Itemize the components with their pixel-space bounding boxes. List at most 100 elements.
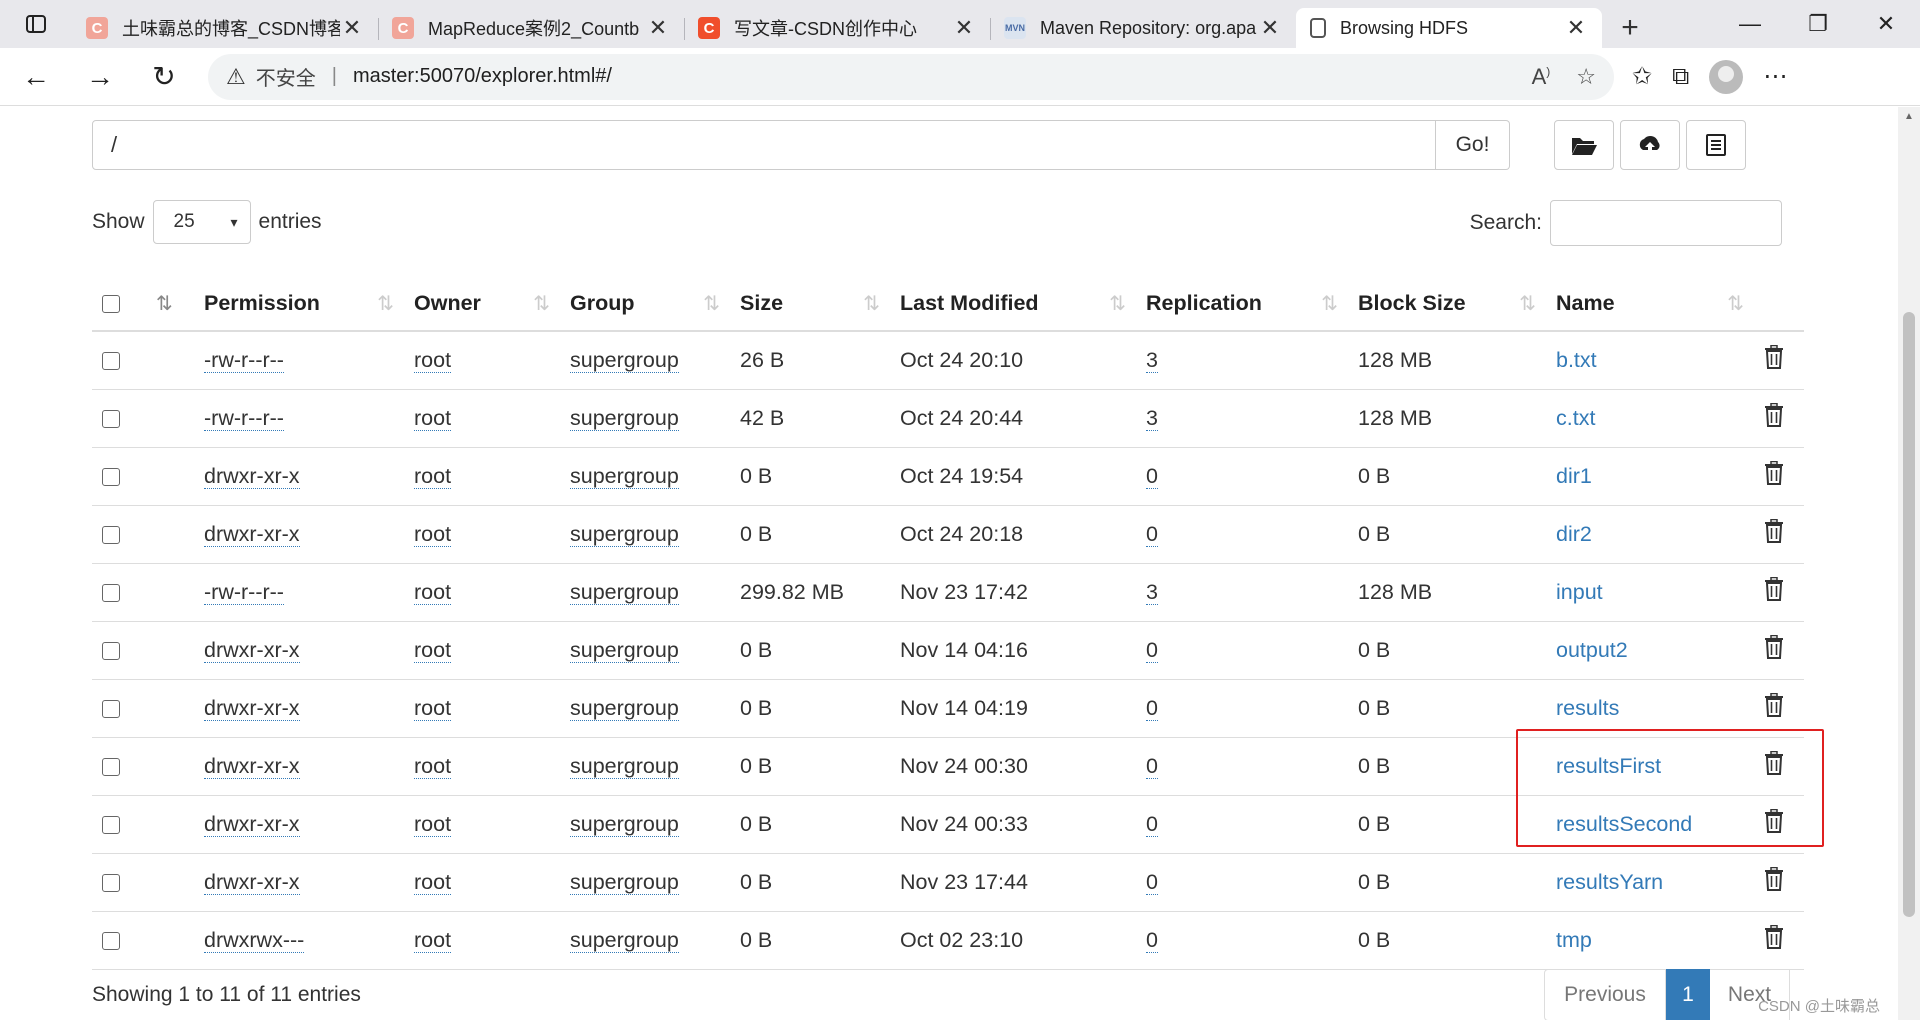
tab-mapreduce[interactable]: C MapReduce案例2_Countb ✕ (378, 8, 684, 48)
delete-trash-icon[interactable] (1764, 345, 1784, 370)
page-1-button[interactable]: 1 (1666, 969, 1710, 1020)
favorites-icon[interactable]: ✩ (1632, 62, 1652, 91)
permission-value[interactable]: drwxr-xr-x (204, 811, 300, 837)
col-name[interactable]: Name ⇅ (1550, 271, 1758, 332)
reload-icon[interactable]: ↻ (136, 49, 192, 105)
col-replication[interactable]: Replication ⇅ (1140, 271, 1352, 332)
tab-actions-button[interactable] (0, 0, 72, 48)
replication-value[interactable]: 0 (1146, 927, 1158, 953)
row-checkbox[interactable] (102, 699, 120, 718)
owner-value[interactable]: root (414, 405, 452, 431)
tab-csdn-blog[interactable]: C 土味霸总的博客_CSDN博客 ✕ (72, 8, 378, 48)
row-checkbox[interactable] (102, 583, 120, 602)
entries-per-page-select[interactable]: 25 ▾ (152, 200, 251, 244)
tab-maven[interactable]: MVN Maven Repository: org.apa ✕ (990, 8, 1296, 48)
previous-page-button[interactable]: Previous (1544, 969, 1666, 1020)
permission-value[interactable]: -rw-r--r-- (204, 347, 284, 373)
file-name-link[interactable]: resultsYarn (1556, 870, 1663, 894)
group-value[interactable]: supergroup (570, 869, 679, 895)
col-last-modified[interactable]: Last Modified ⇅ (894, 271, 1140, 332)
owner-value[interactable]: root (414, 811, 452, 837)
delete-trash-icon[interactable] (1764, 751, 1784, 775)
permission-value[interactable]: drwxr-xr-x (204, 521, 300, 547)
row-checkbox[interactable] (102, 815, 120, 834)
row-checkbox[interactable] (102, 931, 120, 950)
delete-trash-icon[interactable] (1764, 635, 1784, 659)
file-name-link[interactable]: dir1 (1556, 464, 1592, 488)
owner-value[interactable]: root (414, 695, 452, 721)
back-icon[interactable]: ← (8, 49, 64, 105)
file-name-link[interactable]: output2 (1556, 638, 1628, 662)
replication-value[interactable]: 0 (1146, 753, 1158, 779)
delete-trash-icon[interactable] (1764, 693, 1784, 717)
restore-icon[interactable]: ❐ (1784, 0, 1852, 48)
delete-trash-icon[interactable] (1764, 867, 1784, 891)
scrollbar-thumb[interactable] (1903, 312, 1915, 917)
row-checkbox[interactable] (102, 757, 120, 776)
go-button[interactable]: Go! (1436, 120, 1510, 170)
group-value[interactable]: supergroup (570, 811, 679, 837)
col-permission[interactable]: Permission ⇅ (198, 271, 408, 332)
tab-csdn-write[interactable]: C 写文章-CSDN创作中心 ✕ (684, 8, 990, 48)
permission-value[interactable]: -rw-r--r-- (204, 405, 284, 431)
replication-value[interactable]: 0 (1146, 521, 1158, 547)
owner-value[interactable]: root (414, 521, 452, 547)
file-name-link[interactable]: c.txt (1556, 406, 1595, 430)
create-directory-button[interactable] (1554, 120, 1614, 170)
replication-value[interactable]: 3 (1146, 405, 1158, 431)
permission-value[interactable]: -rw-r--r-- (204, 579, 284, 605)
replication-value[interactable]: 0 (1146, 637, 1158, 663)
permission-value[interactable]: drwxr-xr-x (204, 695, 300, 721)
file-name-link[interactable]: input (1556, 580, 1603, 604)
row-checkbox[interactable] (102, 409, 120, 428)
owner-value[interactable]: root (414, 869, 452, 895)
col-size[interactable]: Size ⇅ (734, 271, 894, 332)
row-checkbox[interactable] (102, 641, 120, 660)
permission-value[interactable]: drwxr-xr-x (204, 753, 300, 779)
group-value[interactable]: supergroup (570, 695, 679, 721)
col-group[interactable]: Group ⇅ (564, 271, 734, 332)
tab-close-icon[interactable]: ✕ (1564, 15, 1588, 41)
replication-value[interactable]: 0 (1146, 811, 1158, 837)
group-value[interactable]: supergroup (570, 521, 679, 547)
row-checkbox[interactable] (102, 525, 120, 544)
replication-value[interactable]: 0 (1146, 869, 1158, 895)
row-checkbox[interactable] (102, 873, 120, 892)
replication-value[interactable]: 3 (1146, 579, 1158, 605)
owner-value[interactable]: root (414, 463, 452, 489)
replication-value[interactable]: 0 (1146, 463, 1158, 489)
avatar[interactable] (1709, 59, 1744, 94)
tab-browsing-hdfs[interactable]: Browsing HDFS ✕ (1296, 8, 1602, 48)
delete-trash-icon[interactable] (1764, 577, 1784, 601)
file-name-link[interactable]: b.txt (1556, 348, 1597, 372)
group-value[interactable]: supergroup (570, 753, 679, 779)
replication-value[interactable]: 3 (1146, 347, 1158, 373)
minimize-icon[interactable]: — (1716, 0, 1784, 48)
permission-value[interactable]: drwxr-xr-x (204, 463, 300, 489)
close-window-icon[interactable]: ✕ (1852, 0, 1920, 48)
search-input[interactable] (1550, 200, 1782, 246)
group-value[interactable]: supergroup (570, 463, 679, 489)
file-name-link[interactable]: dir2 (1556, 522, 1592, 546)
owner-value[interactable]: root (414, 637, 452, 663)
tab-close-icon[interactable]: ✕ (646, 15, 670, 41)
permission-value[interactable]: drwxr-xr-x (204, 869, 300, 895)
tab-close-icon[interactable]: ✕ (340, 15, 364, 41)
cut-paste-button[interactable] (1686, 120, 1746, 170)
permission-value[interactable]: drwxr-xr-x (204, 637, 300, 663)
owner-value[interactable]: root (414, 927, 452, 953)
delete-trash-icon[interactable] (1764, 925, 1784, 949)
select-all-checkbox[interactable] (102, 295, 120, 314)
page-scrollbar[interactable]: ▲ (1898, 107, 1920, 1020)
forward-icon[interactable]: → (72, 49, 128, 105)
col-owner[interactable]: Owner ⇅ (408, 271, 564, 332)
delete-trash-icon[interactable] (1764, 519, 1784, 543)
replication-value[interactable]: 0 (1146, 695, 1158, 721)
collections-icon[interactable]: ⧉ (1672, 63, 1689, 91)
owner-value[interactable]: root (414, 579, 452, 605)
add-favorite-icon[interactable]: ☆ (1576, 64, 1596, 90)
tab-close-icon[interactable]: ✕ (1258, 15, 1282, 41)
delete-trash-icon[interactable] (1764, 403, 1784, 427)
group-value[interactable]: supergroup (570, 347, 679, 373)
group-value[interactable]: supergroup (570, 637, 679, 663)
